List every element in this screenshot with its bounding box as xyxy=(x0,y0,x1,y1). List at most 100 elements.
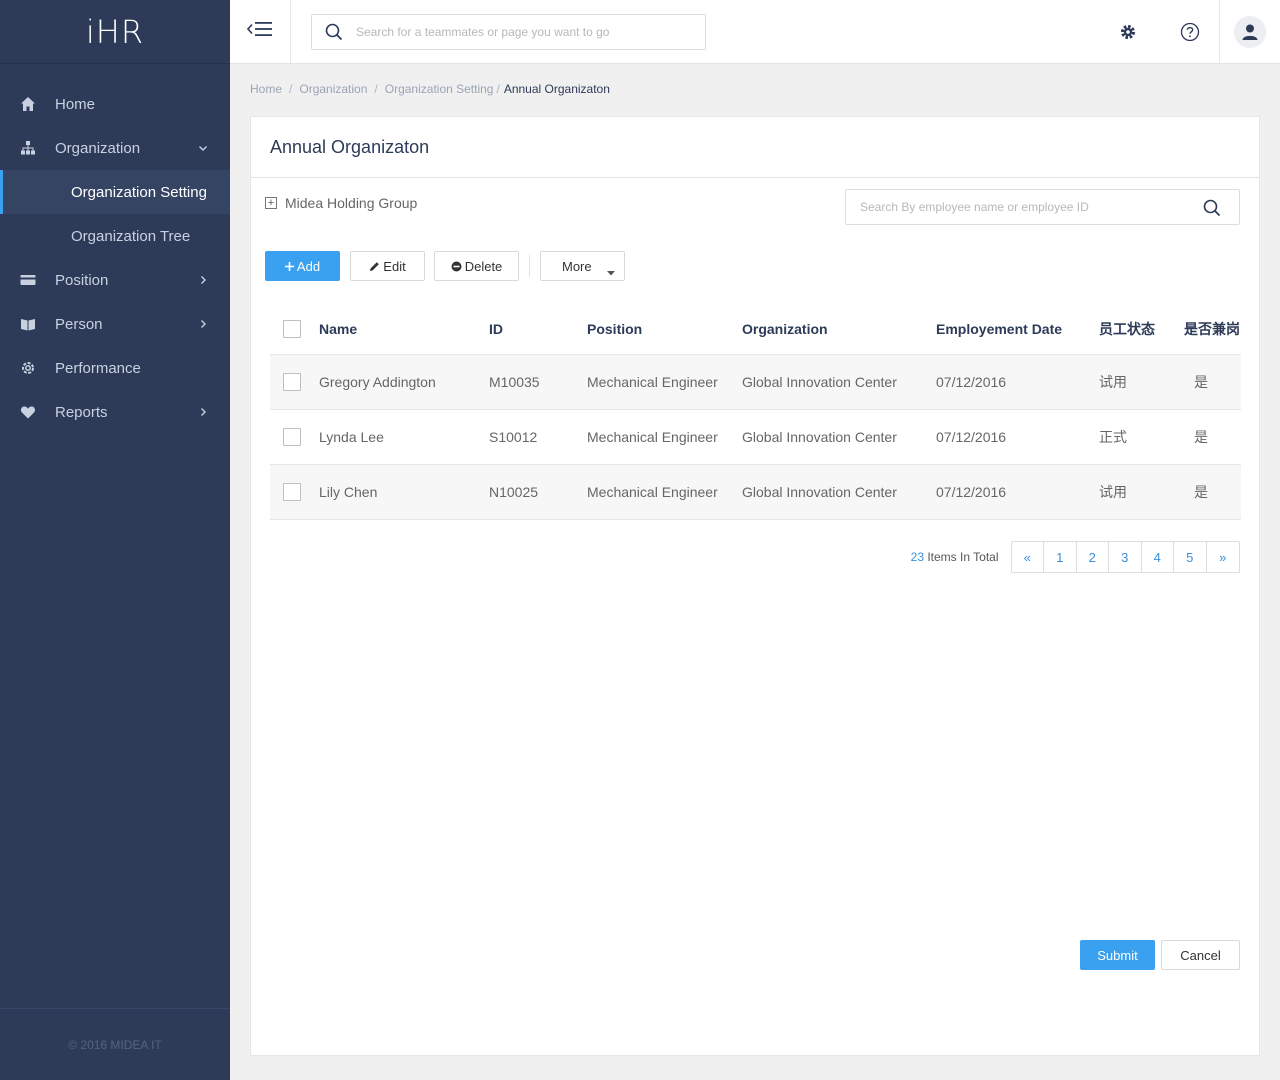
sidebar-subitem-organization-tree[interactable]: Organization Tree xyxy=(0,214,230,258)
table-row[interactable]: Gregory Addington M10035 Mechanical Engi… xyxy=(270,355,1241,410)
sidebar-item-organization[interactable]: Organization xyxy=(0,126,230,170)
home-icon xyxy=(20,96,36,112)
card-icon xyxy=(20,272,36,288)
sidebar-item-label: Performance xyxy=(55,359,141,377)
items-total: 23 Items In Total xyxy=(911,550,999,564)
table-row[interactable]: Lily Chen N10025 Mechanical Engineer Glo… xyxy=(270,465,1241,520)
breadcrumb-organization-link[interactable]: Organization xyxy=(299,82,367,96)
sidebar-item-label: Position xyxy=(55,271,109,289)
copyright-footer: © 2016 MIDEA IT xyxy=(0,1008,230,1080)
items-total-label: Items In Total xyxy=(927,550,999,564)
menu-toggle-button[interactable] xyxy=(230,0,291,63)
employee-search-input[interactable] xyxy=(860,200,1190,214)
sidebar-subitem-organization-setting[interactable]: Organization Setting xyxy=(0,170,230,214)
column-header-employee-status[interactable]: 员工状态 xyxy=(1099,319,1184,339)
cell-organization: Global Innovation Center xyxy=(742,374,897,390)
sidebar-item-home[interactable]: Home xyxy=(0,82,230,126)
column-header-id[interactable]: ID xyxy=(489,321,587,337)
cancel-button[interactable]: Cancel xyxy=(1161,940,1240,970)
page-1[interactable]: 1 xyxy=(1044,542,1077,572)
row-checkbox[interactable] xyxy=(283,483,301,501)
gear-icon xyxy=(20,360,36,376)
sidebar-item-performance[interactable]: Performance xyxy=(0,346,230,390)
caret-down-icon xyxy=(607,264,615,279)
help-icon[interactable] xyxy=(1178,20,1202,44)
column-header-name[interactable]: Name xyxy=(319,321,489,337)
more-button-label: More xyxy=(562,258,592,274)
chevron-right-icon xyxy=(196,405,210,419)
user-menu[interactable] xyxy=(1219,0,1280,63)
sidebar-item-label: Home xyxy=(55,95,96,113)
page-2[interactable]: 2 xyxy=(1077,542,1109,572)
search-icon xyxy=(312,23,356,41)
select-all-checkbox[interactable] xyxy=(283,319,301,338)
sidebar-item-reports[interactable]: Reports xyxy=(0,390,230,434)
cell-name: Lynda Lee xyxy=(319,429,384,445)
cell-name: Lily Chen xyxy=(319,484,378,500)
cell-concurrent-post: 是 xyxy=(1194,484,1208,500)
book-icon xyxy=(20,316,36,332)
cell-id: M10035 xyxy=(489,374,540,390)
more-dropdown-button[interactable]: More xyxy=(540,251,625,281)
table-toolbar: Add Edit Delete More xyxy=(265,251,625,281)
page-prev[interactable]: « xyxy=(1012,542,1044,572)
breadcrumb-separator: / xyxy=(289,82,293,96)
form-actions: Submit Cancel xyxy=(1080,940,1240,970)
chevron-down-icon xyxy=(196,141,210,155)
heart-icon xyxy=(20,404,36,420)
user-icon xyxy=(1242,24,1258,40)
cell-employment-date: 07/12/2016 xyxy=(936,429,1007,445)
chevron-right-icon xyxy=(196,273,210,287)
global-search xyxy=(311,14,706,50)
page-5[interactable]: 5 xyxy=(1174,542,1207,572)
sidebar-item-label: Reports xyxy=(55,403,108,421)
settings-gear-icon[interactable] xyxy=(1116,20,1140,44)
breadcrumb-separator: / xyxy=(374,82,378,96)
column-header-employment-date[interactable]: Employement Date xyxy=(936,321,1099,337)
sidebar-item-person[interactable]: Person xyxy=(0,302,230,346)
content-card: Annual Organizaton + Midea Holding Group… xyxy=(250,116,1260,1056)
delete-button[interactable]: Delete xyxy=(434,251,519,281)
sidebar-item-position[interactable]: Position xyxy=(0,258,230,302)
sidebar: iHR Home Organization Organization Setti… xyxy=(0,0,230,1080)
breadcrumb: Home / Organization / Organization Setti… xyxy=(250,82,610,96)
column-header-position[interactable]: Position xyxy=(587,321,742,337)
toolbar-divider xyxy=(529,255,530,277)
cell-employment-date: 07/12/2016 xyxy=(936,484,1007,500)
menu-collapse-icon xyxy=(246,20,273,43)
cell-concurrent-post: 是 xyxy=(1194,374,1208,390)
sidebar-item-label: Person xyxy=(55,315,103,333)
edit-button[interactable]: Edit xyxy=(350,251,425,281)
expand-plus-icon[interactable]: + xyxy=(265,197,277,209)
submit-button[interactable]: Submit xyxy=(1080,940,1155,970)
employee-table: Name ID Position Organization Employemen… xyxy=(270,303,1241,520)
row-checkbox[interactable] xyxy=(283,373,301,391)
org-tree-root[interactable]: + Midea Holding Group xyxy=(265,195,417,211)
sidebar-nav: Home Organization Organization Setting O… xyxy=(0,82,230,434)
page-4[interactable]: 4 xyxy=(1142,542,1174,572)
cell-position: Mechanical Engineer xyxy=(587,429,718,445)
column-header-concurrent-post[interactable]: 是否兼岗 xyxy=(1184,319,1241,339)
plus-icon xyxy=(284,261,294,271)
add-button-label: Add xyxy=(296,258,321,274)
global-search-input[interactable] xyxy=(356,25,686,39)
row-checkbox[interactable] xyxy=(283,428,301,446)
breadcrumb-organization-setting-link[interactable]: Organization Setting xyxy=(385,82,494,96)
app-logo[interactable]: iHR xyxy=(0,0,230,64)
top-bar xyxy=(230,0,1280,64)
employee-search xyxy=(845,189,1240,225)
page-next[interactable]: » xyxy=(1207,542,1240,572)
table-row[interactable]: Lynda Lee S10012 Mechanical Engineer Glo… xyxy=(270,410,1241,465)
pagination: 23 Items In Total « 1 2 3 4 5 » xyxy=(911,541,1240,573)
page-3[interactable]: 3 xyxy=(1109,542,1142,572)
cell-organization: Global Innovation Center xyxy=(742,429,897,445)
search-icon[interactable] xyxy=(1203,199,1221,222)
add-button[interactable]: Add xyxy=(265,251,340,281)
cell-employment-date: 07/12/2016 xyxy=(936,374,1007,390)
breadcrumb-separator: / xyxy=(496,82,500,96)
column-header-organization[interactable]: Organization xyxy=(742,321,936,337)
page-title: Annual Organizaton xyxy=(251,117,1259,178)
cell-concurrent-post: 是 xyxy=(1194,429,1208,445)
breadcrumb-home-link[interactable]: Home xyxy=(250,82,282,96)
page-list: « 1 2 3 4 5 » xyxy=(1010,541,1240,573)
